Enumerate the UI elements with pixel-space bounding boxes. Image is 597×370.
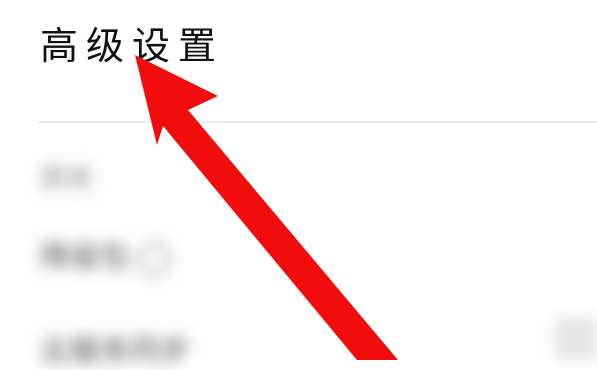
- settings-item-2[interactable]: 云服务同步: [40, 326, 190, 370]
- settings-item-label: 云服务同步: [40, 334, 190, 369]
- toggle-switch[interactable]: [555, 318, 597, 360]
- settings-item-1[interactable]: 降级包: [40, 232, 170, 276]
- help-icon[interactable]: [138, 242, 170, 275]
- settings-screen: 高级设置 其他 降级包 云服务同步: [0, 0, 597, 369]
- arrow-shape: [135, 55, 398, 360]
- section-label: 其他: [40, 164, 93, 194]
- page-title: 高级设置: [40, 24, 225, 68]
- settings-item-label: 降级包: [40, 240, 130, 275]
- header-divider: [38, 121, 597, 123]
